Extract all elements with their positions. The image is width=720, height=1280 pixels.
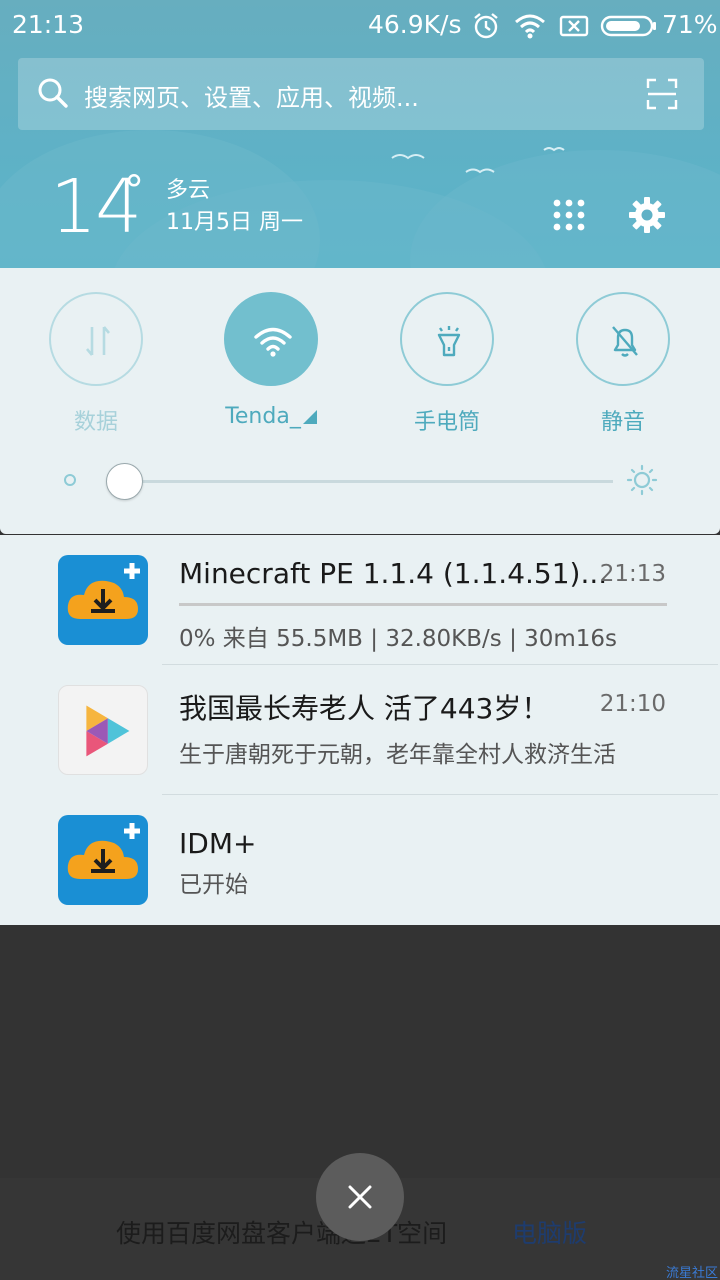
notification-download-minecraft[interactable]: Minecraft PE 1.1.4 (1.1.4.51)... 21:13 0… <box>0 535 720 665</box>
idm-download-icon <box>58 555 148 645</box>
brightness-low-icon <box>64 474 76 486</box>
notification-subtitle: 已开始 <box>179 872 248 898</box>
battery-percent: 71% <box>662 10 718 39</box>
brightness-slider-track[interactable] <box>108 480 613 483</box>
brightness-high-icon <box>626 464 658 496</box>
idm-download-icon <box>58 815 148 905</box>
weather-condition: 多云 <box>166 178 211 203</box>
flashlight-icon <box>437 326 461 357</box>
toggle-data[interactable] <box>49 292 143 386</box>
battery-icon <box>600 15 656 37</box>
notification-idm-started[interactable]: IDM+ 已开始 <box>0 795 720 925</box>
search-icon <box>38 78 68 108</box>
weather-date: 11月5日 周一 <box>166 210 303 235</box>
close-icon <box>348 1185 372 1209</box>
brightness-slider-thumb[interactable] <box>106 463 143 500</box>
clear-notifications-button[interactable] <box>316 1153 404 1241</box>
toggle-mute-label: 静音 <box>600 410 645 435</box>
toggle-flashlight-label: 手电筒 <box>413 410 480 435</box>
quick-settings-panel: 数据 Tenda_ 手电筒 静音 <box>0 268 720 534</box>
notification-time: 21:10 <box>599 691 666 717</box>
data-transfer-icon <box>86 326 110 356</box>
status-net-speed: 46.9K/s <box>368 10 462 39</box>
notification-header: 21:13 46.9K/s 71% 搜索网页、设置、应用、视频... 14 ° … <box>0 0 720 268</box>
scan-icon[interactable] <box>646 78 678 110</box>
status-bar: 21:13 46.9K/s 71% <box>0 0 720 52</box>
notification-title: IDM+ <box>179 827 257 860</box>
wifi-network-name: Tenda_ <box>225 404 301 429</box>
wifi-expand-icon[interactable] <box>302 410 317 424</box>
search-placeholder: 搜索网页、设置、应用、视频... <box>84 84 419 112</box>
toggle-wifi[interactable] <box>224 292 318 386</box>
sim-off-icon <box>559 15 589 37</box>
wifi-icon <box>254 327 292 357</box>
notification-title: 我国最长寿老人 活了443岁！ <box>179 692 550 725</box>
notification-title: Minecraft PE 1.1.4 (1.1.4.51)... <box>179 557 608 590</box>
notification-time: 21:13 <box>599 561 666 587</box>
wifi-icon <box>515 14 545 39</box>
toggle-flashlight[interactable] <box>400 292 494 386</box>
status-time: 21:13 <box>12 10 85 39</box>
notification-list: Minecraft PE 1.1.4 (1.1.4.51)... 21:13 0… <box>0 535 720 925</box>
grid-menu-icon[interactable] <box>552 198 586 232</box>
background-app-link[interactable]: 电脑版 <box>512 1214 587 1250</box>
toggle-mute[interactable] <box>576 292 670 386</box>
gear-icon[interactable] <box>628 196 666 234</box>
watermark: 流星社区 <box>665 1266 718 1280</box>
notification-subtitle: 0% 来自 55.5MB | 32.80KB/s | 30m16s <box>179 626 618 652</box>
toggle-data-label: 数据 <box>73 410 118 435</box>
download-progress-bar <box>179 603 667 606</box>
play-triangle-icon <box>58 685 148 775</box>
toggle-wifi-label[interactable]: Tenda_ <box>201 404 341 429</box>
notification-subtitle: 生于唐朝死于元朝，老年靠全村人救济生活 <box>179 742 616 768</box>
alarm-icon <box>474 13 498 39</box>
search-bar[interactable]: 搜索网页、设置、应用、视频... <box>18 58 704 130</box>
mute-bell-icon <box>612 326 638 357</box>
notification-news[interactable]: 我国最长寿老人 活了443岁！ 21:10 生于唐朝死于元朝，老年靠全村人救济生… <box>0 665 720 795</box>
weather-degree: ° <box>124 168 144 214</box>
